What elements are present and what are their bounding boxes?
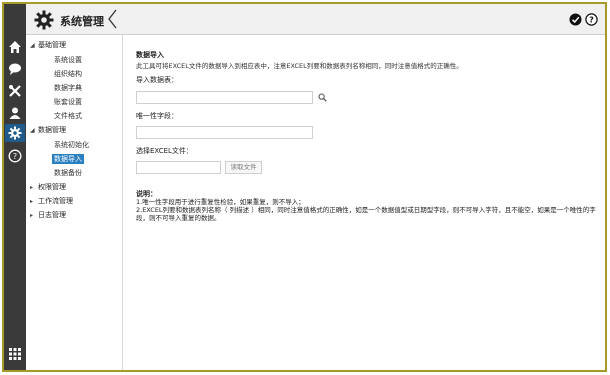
- import-table-input[interactable]: [136, 91, 313, 104]
- excel-file-input[interactable]: [136, 161, 221, 174]
- top-header: 系统管理 ?: [26, 4, 605, 35]
- caret-right-icon: ▸: [30, 184, 34, 191]
- unique-field-input[interactable]: [136, 126, 313, 139]
- page-title: 系统管理: [60, 15, 104, 28]
- tools-icon[interactable]: [8, 84, 22, 98]
- section-description: 此工具可将EXCEL文件的数据导入到相应表中，注意EXCEL列要和数据表列名称相…: [136, 62, 463, 70]
- section-title: 数据导入: [136, 51, 164, 59]
- note-1: 1.唯一性字段用于进行重复性检验，如果重复，则不导入；: [136, 198, 305, 206]
- read-file-button[interactable]: 读取文件: [225, 161, 262, 174]
- tree-item-org-structure[interactable]: 组织结构: [54, 69, 82, 79]
- tree-item-account-settings[interactable]: 账套设置: [54, 97, 82, 107]
- tree-item-data-backup[interactable]: 数据备份: [54, 168, 82, 178]
- icon-rail: ?: [4, 4, 26, 370]
- apps-grid-icon[interactable]: [8, 347, 22, 361]
- tree-item-system-init[interactable]: 系统初始化: [54, 140, 89, 150]
- import-table-label: 导入数据表：: [136, 76, 178, 84]
- help-icon[interactable]: ?: [8, 149, 22, 163]
- user-icon[interactable]: [8, 106, 22, 120]
- chevron-left-icon[interactable]: [106, 8, 118, 30]
- gear-icon[interactable]: [5, 124, 25, 142]
- tree-item-system-settings[interactable]: 系统设置: [54, 55, 82, 65]
- main-content: 数据导入 此工具可将EXCEL文件的数据导入到相应表中，注意EXCEL列要和数据…: [124, 35, 605, 370]
- tree-group-data[interactable]: ◢ 数据管理: [30, 125, 66, 136]
- search-icon[interactable]: [315, 91, 329, 104]
- caret-right-icon: ▸: [30, 212, 34, 219]
- caret-down-icon: ◢: [30, 42, 35, 49]
- svg-text:?: ?: [13, 152, 17, 161]
- tree-item-data-import[interactable]: 数据导入: [52, 154, 84, 164]
- home-icon[interactable]: [8, 40, 22, 54]
- unique-field-label: 唯一性字段：: [136, 112, 178, 120]
- chat-icon[interactable]: [8, 62, 22, 76]
- tree-group-logs[interactable]: ▸ 日志管理: [30, 210, 66, 221]
- tree-group-workflow[interactable]: ▸ 工作流管理: [30, 196, 73, 207]
- excel-file-label: 选择EXCEL文件：: [136, 147, 193, 155]
- tree-group-permissions[interactable]: ▸ 权限管理: [30, 182, 66, 193]
- gear-icon: [34, 10, 54, 32]
- app-window: ? 系统管理 ? ◢ 基础管理 系统设置 组织结构 数据字典 账套设置 文件格式…: [2, 2, 607, 372]
- caret-down-icon: ◢: [30, 127, 35, 134]
- tree-item-data-dictionary[interactable]: 数据字典: [54, 83, 82, 93]
- tree-item-file-format[interactable]: 文件格式: [54, 111, 82, 121]
- tree-group-basic[interactable]: ◢ 基础管理: [30, 40, 66, 51]
- nav-tree: ◢ 基础管理 系统设置 组织结构 数据字典 账套设置 文件格式 ◢ 数据管理 系统初…: [26, 35, 123, 370]
- svg-text:?: ?: [589, 16, 594, 25]
- check-circle-icon[interactable]: [569, 13, 582, 26]
- caret-right-icon: ▸: [30, 198, 34, 205]
- note-2: 2.EXCEL列要和数据表列名称（ 列描述 ）相同，同时注意值格式的正确性，如是…: [136, 206, 596, 222]
- help-circle-icon[interactable]: ?: [585, 13, 598, 26]
